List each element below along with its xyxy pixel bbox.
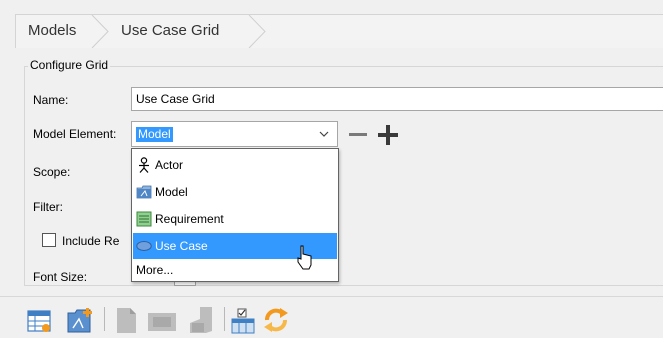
toolbar-divider	[0, 296, 663, 297]
chevron-down-icon	[319, 131, 329, 137]
dropdown-option-requirement[interactable]: Requirement	[133, 206, 337, 232]
model-icon	[136, 185, 152, 199]
box-icon[interactable]	[145, 305, 179, 335]
model-tree-icon[interactable]	[66, 305, 98, 335]
toolbar-separator	[224, 307, 225, 331]
filter-label: Filter:	[33, 200, 63, 214]
lock-icon[interactable]	[186, 305, 218, 335]
group-title: Configure Grid	[28, 58, 111, 72]
model-element-select[interactable]: Model	[131, 121, 338, 147]
breadcrumb-item-use-case-grid[interactable]: Use Case Grid	[121, 15, 219, 47]
grid-view-icon[interactable]	[26, 305, 54, 335]
breadcrumb-item-models[interactable]: Models	[28, 15, 76, 47]
remove-button[interactable]	[348, 124, 368, 144]
dropdown-option-label: Use Case	[155, 239, 208, 253]
dropdown-option-model[interactable]: Model	[133, 179, 337, 205]
toolbar-separator	[104, 307, 105, 331]
dropdown-option-label: Actor	[155, 158, 184, 172]
scope-label: Scope:	[33, 165, 71, 179]
document-icon[interactable]	[112, 305, 140, 335]
actor-icon	[139, 157, 149, 173]
table-filter-icon[interactable]	[230, 305, 258, 335]
breadcrumb: Models Use Case Grid	[15, 14, 663, 48]
model-element-label: Model Element:	[33, 127, 117, 141]
dropdown-option-label: More...	[136, 263, 174, 277]
name-label: Name:	[33, 93, 69, 107]
use-case-icon	[136, 241, 152, 251]
requirement-icon	[136, 211, 152, 227]
refresh-icon[interactable]	[261, 305, 291, 335]
include-label: Include Re	[62, 234, 120, 248]
mouse-cursor-icon	[297, 245, 312, 270]
dropdown-option-actor[interactable]: Actor	[133, 152, 337, 178]
name-field[interactable]: Use Case Grid	[131, 87, 663, 111]
include-checkbox[interactable]	[42, 233, 56, 247]
model-element-selected-value: Model	[136, 127, 173, 142]
breadcrumb-chevron-icon	[91, 15, 109, 48]
breadcrumb-chevron-icon	[248, 15, 266, 48]
dropdown-option-label: Model	[155, 185, 188, 199]
add-button[interactable]	[376, 124, 400, 146]
dropdown-option-label: Requirement	[155, 212, 224, 226]
font-size-label: Font Size:	[33, 270, 88, 284]
